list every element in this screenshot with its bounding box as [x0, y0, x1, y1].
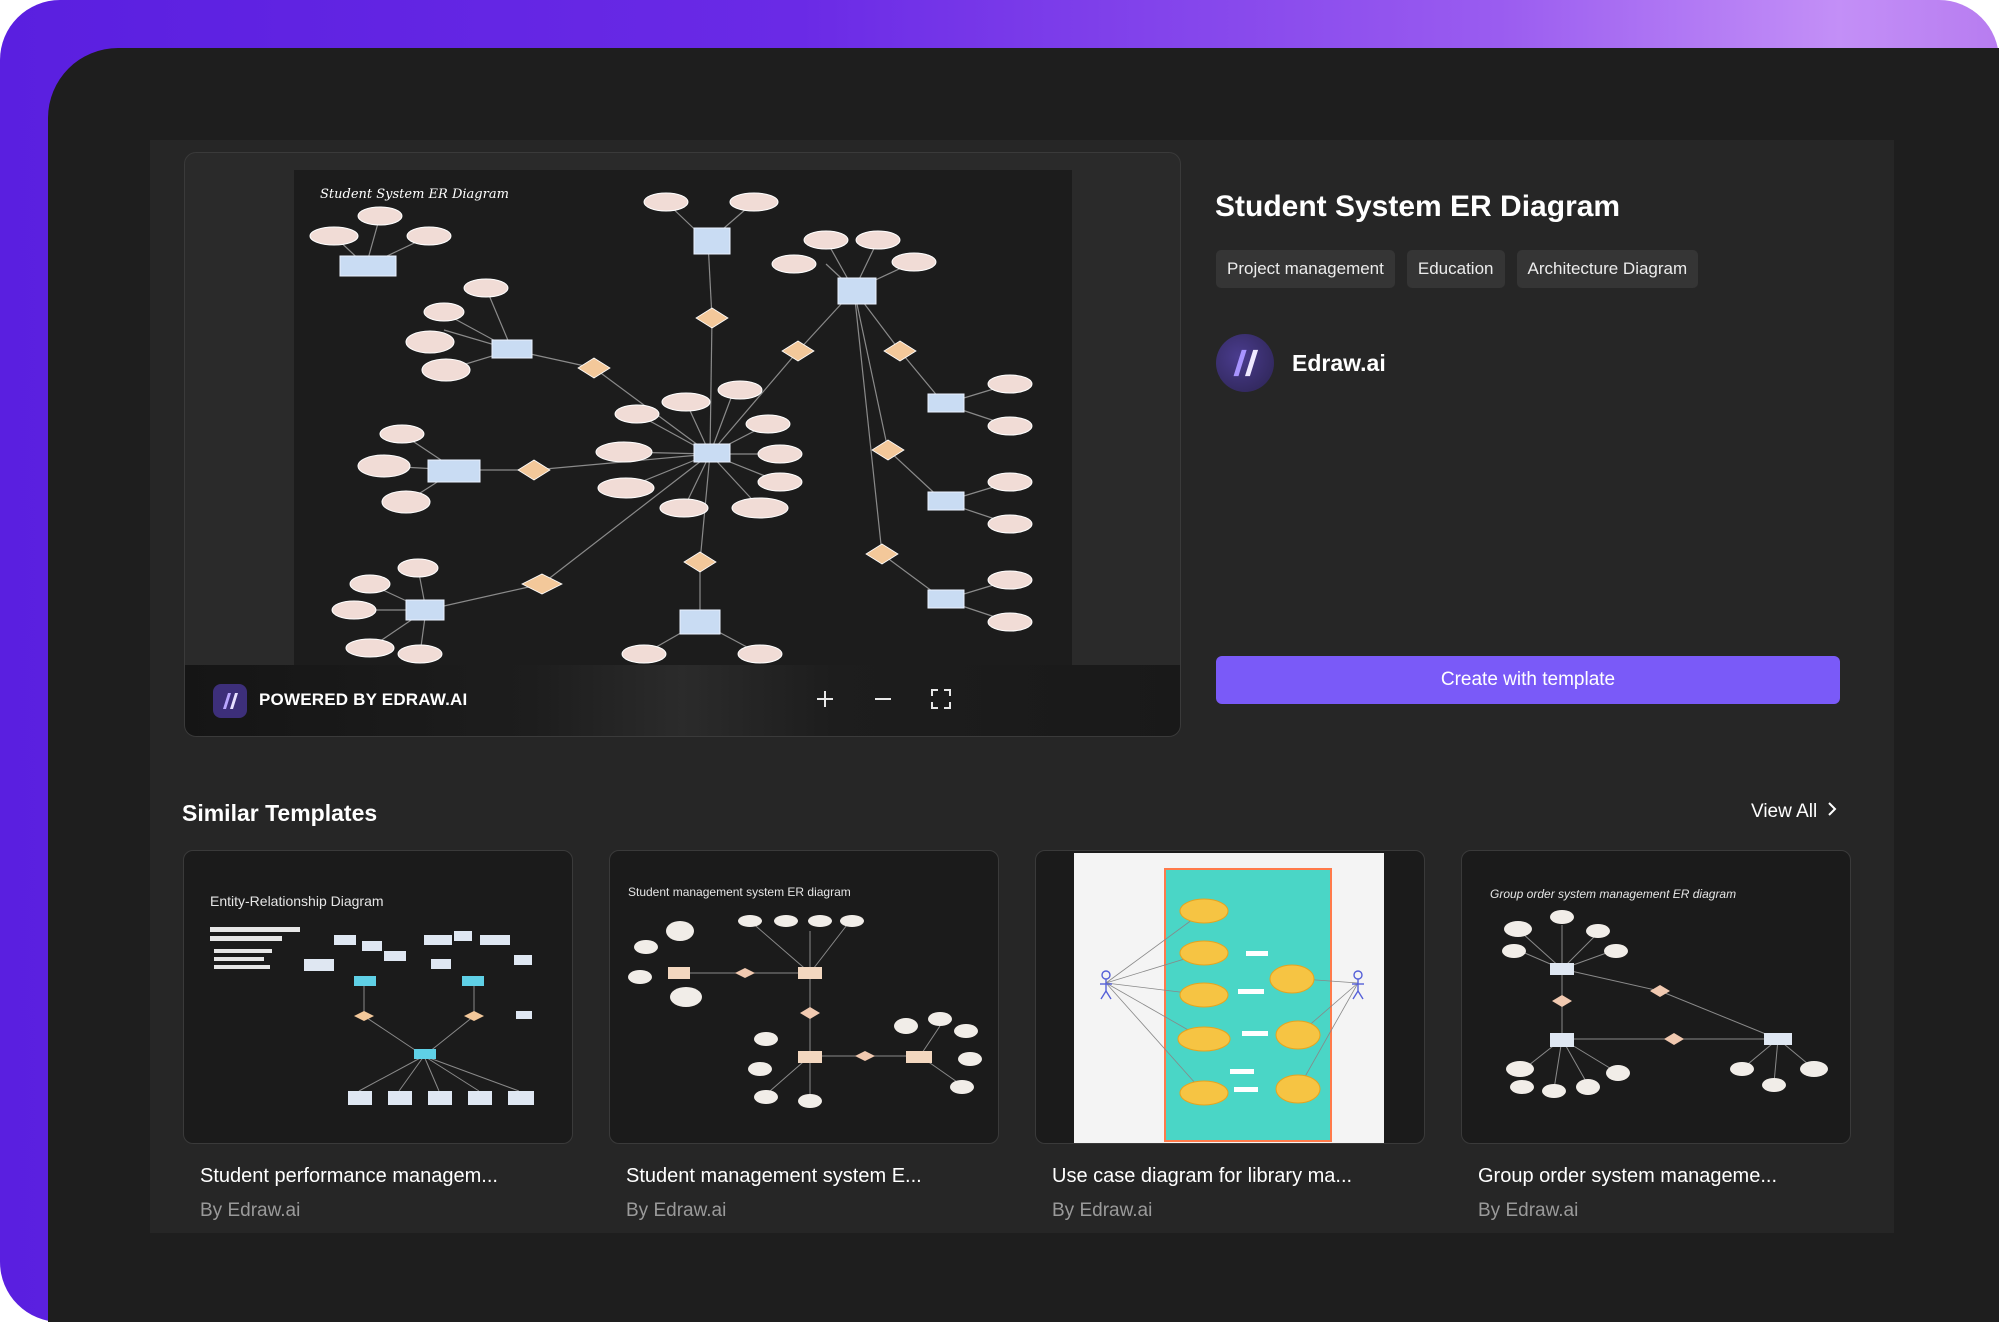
template-card-title[interactable]: Group order system manageme...	[1478, 1165, 1777, 1188]
minus-icon	[873, 689, 893, 714]
template-card-author: By Edraw.ai	[626, 1200, 727, 1221]
template-card-thumbnail[interactable]: Student management system ER diagram	[609, 850, 999, 1144]
plus-icon	[815, 689, 835, 714]
author-name[interactable]: Edraw.ai	[1292, 350, 1386, 377]
template-title: Student System ER Diagram	[1215, 190, 1621, 223]
powered-by-label: POWERED BY EDRAW.AI	[259, 690, 468, 709]
create-with-template-button[interactable]: Create with template	[1216, 656, 1840, 704]
template-card-author: By Edraw.ai	[200, 1200, 301, 1221]
tag-project-management[interactable]: Project management	[1216, 250, 1395, 288]
tag-education[interactable]: Education	[1406, 250, 1505, 288]
thumbnail-diagram	[628, 915, 982, 1108]
preview-toolbar: POWERED BY EDRAW.AI	[185, 665, 1180, 736]
zoom-out-button[interactable]	[867, 685, 899, 717]
thumbnail-diagram	[1100, 868, 1364, 1142]
template-card-title[interactable]: Student performance managem...	[200, 1165, 498, 1188]
diagram-preview[interactable]: Student System ER Diagram POWERED BY EDR…	[184, 152, 1181, 737]
template-card-thumbnail[interactable]	[1035, 850, 1425, 1144]
template-card-thumbnail[interactable]: Group order system management ER diagram	[1461, 850, 1851, 1144]
view-all-label: View All	[1751, 801, 1818, 822]
template-card-thumbnail[interactable]: Entity-Relationship Diagram	[183, 850, 573, 1144]
similar-templates-heading: Similar Templates	[182, 800, 378, 826]
fullscreen-icon	[930, 688, 952, 715]
diagram-canvas: Student System ER Diagram	[294, 170, 1072, 665]
zoom-in-button[interactable]	[809, 685, 841, 717]
diagram-title: Student System ER Diagram	[320, 187, 509, 202]
template-card-title[interactable]: Use case diagram for library ma...	[1052, 1165, 1352, 1188]
edraw-logo-icon	[1233, 349, 1259, 377]
fullscreen-button[interactable]	[925, 685, 957, 717]
author-avatar	[1216, 334, 1274, 392]
er-diagram: Student System ER Diagram	[309, 187, 1033, 664]
template-card-author: By Edraw.ai	[1052, 1200, 1153, 1221]
thumbnail-diagram	[210, 927, 534, 1105]
edraw-logo-icon	[213, 684, 247, 718]
chevron-right-icon	[1827, 801, 1837, 823]
tag-list: Project management Education Architectur…	[1216, 250, 1699, 288]
thumbnail-diagram	[1502, 910, 1828, 1098]
tag-architecture-diagram[interactable]: Architecture Diagram	[1516, 250, 1699, 288]
template-card-author: By Edraw.ai	[1478, 1200, 1579, 1221]
view-all-link[interactable]: View All	[1751, 801, 1837, 823]
template-card-title[interactable]: Student management system E...	[626, 1165, 922, 1188]
